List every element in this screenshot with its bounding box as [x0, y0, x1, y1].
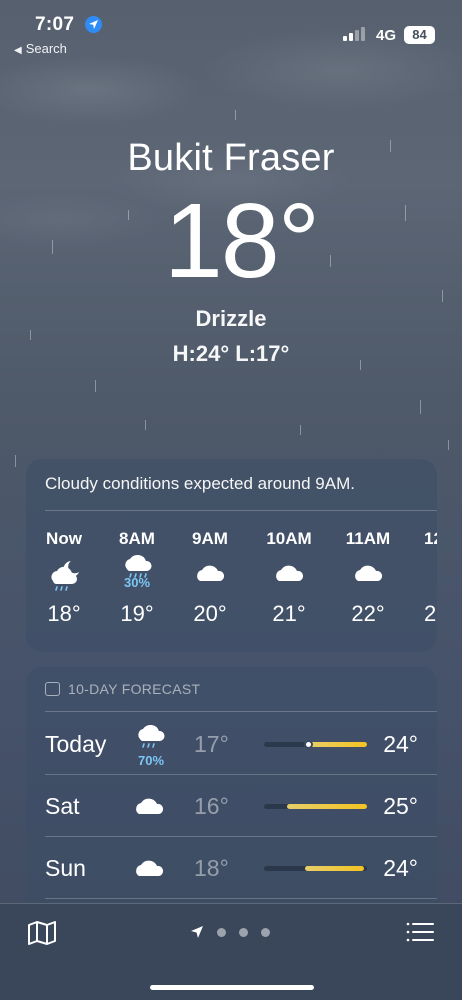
city-name: Bukit Fraser — [127, 137, 335, 179]
high-temp: 25° — [383, 793, 418, 819]
hourly-summary: Cloudy conditions expected around 9AM. — [45, 474, 355, 493]
map-icon[interactable] — [27, 920, 57, 951]
temperature-range-fill — [305, 742, 367, 747]
divider — [45, 898, 437, 899]
divider — [45, 510, 437, 511]
cloud-icon — [410, 549, 437, 595]
forecast-row-sun[interactable]: Sun 18° 24° — [45, 837, 418, 899]
cellular-signal-icon — [343, 27, 371, 41]
forecast-row-today[interactable]: Today 70% 17° 24° — [45, 713, 418, 775]
current-temp-marker — [304, 740, 314, 749]
low-temp: 17° — [194, 731, 229, 757]
hourly-forecast-card[interactable]: Cloudy conditions expected around 9AM. N… — [26, 459, 437, 652]
temperature-range-fill — [305, 866, 364, 871]
precip-chance: 70% — [137, 753, 165, 768]
forecast-day: Sat — [45, 793, 80, 819]
hour-temp: 22° — [351, 601, 385, 626]
high-temp: 24° — [383, 731, 418, 757]
network-type: 4G — [376, 27, 397, 44]
high-low-temps: H:24° L:17° — [172, 341, 290, 366]
hour-label: Now — [46, 529, 82, 548]
current-weather: Bukit Fraser 18° Drizzle H:24° L:17° — [0, 132, 462, 367]
cloud-icon — [133, 785, 173, 829]
cloud-icon — [175, 549, 245, 595]
current-location-icon — [191, 926, 203, 938]
back-triangle-icon: ◀ — [14, 45, 22, 56]
calendar-icon — [45, 682, 60, 696]
precip-chance: 30% — [123, 575, 151, 590]
temperature-range-fill — [286, 804, 367, 809]
home-indicator[interactable] — [150, 985, 314, 990]
bottom-toolbar — [0, 903, 462, 1000]
temperature-range-bar — [264, 740, 367, 749]
cloud-icon — [133, 847, 173, 891]
hourly-item: Now 18° — [29, 529, 99, 627]
forecast-day: Sun — [45, 855, 86, 881]
ten-day-header: 10-DAY FORECAST — [45, 681, 200, 697]
rain-cloud-icon: 30% — [102, 549, 172, 595]
forecast-day: Today — [45, 731, 107, 757]
page-dot — [239, 928, 248, 937]
hourly-item: 12 2 — [410, 529, 437, 627]
hour-temp: 2 — [424, 601, 437, 626]
back-label: Search — [25, 41, 67, 56]
current-condition: Drizzle — [195, 306, 267, 331]
temperature-range-bar — [264, 866, 367, 871]
location-services-icon — [85, 16, 102, 33]
high-temp: 24° — [383, 855, 418, 881]
page-dot — [217, 928, 226, 937]
ten-day-title: 10-DAY FORECAST — [68, 681, 201, 697]
status-time: 7:07 — [35, 14, 75, 35]
temperature-range-bar — [264, 804, 367, 809]
hourly-item: 8AM 30% 19° — [102, 529, 172, 627]
hour-temp: 21° — [272, 601, 306, 626]
hour-temp: 20° — [193, 601, 227, 626]
low-temp: 16° — [194, 793, 229, 819]
hour-label: 12 — [424, 529, 437, 548]
back-to-search-link[interactable]: ◀ Search — [14, 41, 67, 56]
cloud-icon — [254, 549, 324, 595]
ten-day-forecast-card[interactable]: 10-DAY FORECAST Today 70% 17° 24° Sat 16… — [26, 667, 437, 917]
hourly-item: 11AM 22° — [333, 529, 403, 627]
cloud-icon — [333, 549, 403, 595]
partly-cloudy-night-icon — [29, 549, 99, 595]
divider — [45, 711, 437, 712]
hour-label: 8AM — [119, 529, 155, 548]
list-icon[interactable] — [406, 921, 434, 948]
hour-label: 9AM — [192, 529, 228, 548]
hour-label: 10AM — [266, 529, 312, 548]
hourly-item: 10AM 21° — [254, 529, 324, 627]
hour-temp: 19° — [120, 601, 154, 626]
status-bar: 7:07 ◀ Search 4G 84 — [0, 0, 462, 62]
hourly-item: 9AM 20° — [175, 529, 245, 627]
forecast-row-sat[interactable]: Sat 16° 25° — [45, 775, 418, 837]
hour-temp: 18° — [47, 601, 81, 626]
low-temp: 18° — [194, 855, 229, 881]
page-dot — [261, 928, 270, 937]
battery-indicator: 84 — [404, 26, 435, 44]
hour-label: 11AM — [345, 529, 391, 548]
current-temperature: 18° — [163, 182, 320, 300]
